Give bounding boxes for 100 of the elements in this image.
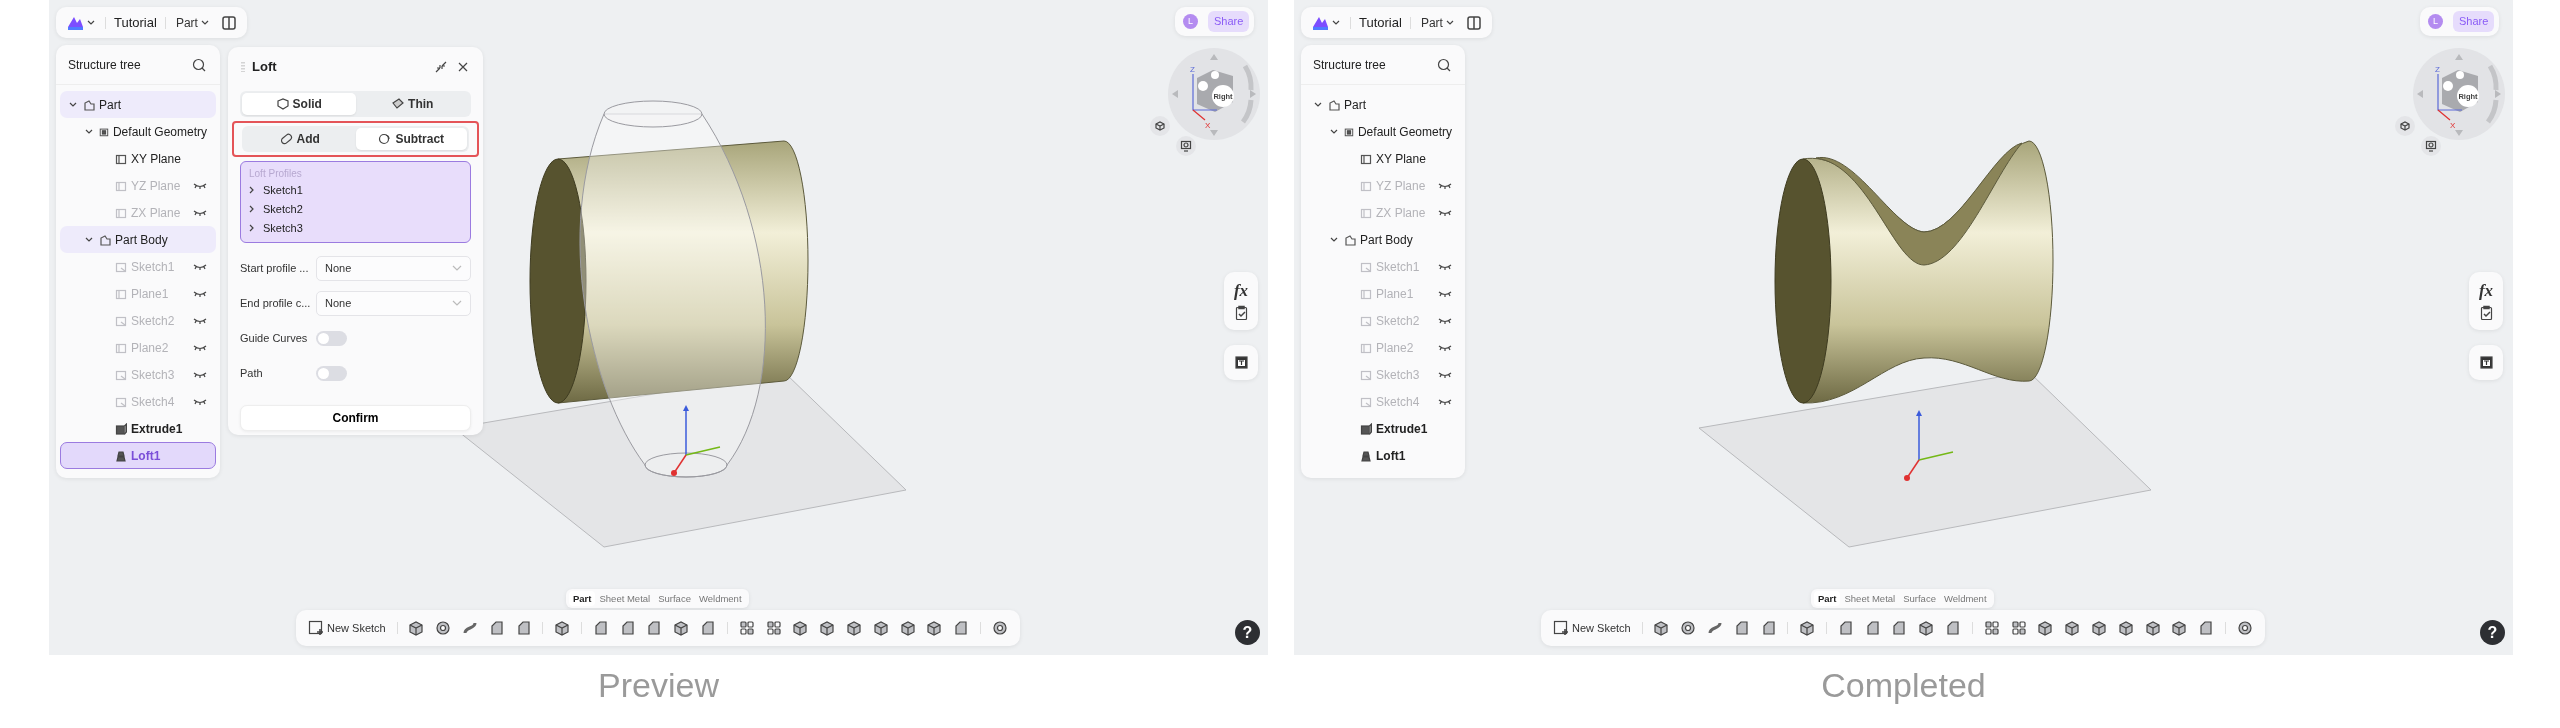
tool-button[interactable]: [408, 620, 425, 636]
tree-item[interactable]: Part: [60, 91, 216, 118]
feature-tab[interactable]: Part: [1814, 591, 1841, 606]
profile-item[interactable]: Sketch3: [249, 218, 462, 238]
help-button[interactable]: ?: [2480, 620, 2505, 645]
formula-button[interactable]: fx: [2476, 282, 2496, 299]
search-button[interactable]: [190, 57, 208, 72]
tool-button[interactable]: [1891, 620, 1908, 636]
document-menu-button[interactable]: Part: [173, 13, 211, 32]
tool-button[interactable]: [953, 620, 970, 636]
tool-button[interactable]: [765, 620, 782, 636]
chevron-down-icon: [1332, 19, 1340, 26]
tool-button[interactable]: [673, 620, 690, 636]
tool-button[interactable]: [926, 620, 943, 636]
select-field[interactable]: None: [316, 290, 471, 316]
feature-tab[interactable]: Weldment: [694, 591, 746, 606]
display-button[interactable]: [1176, 136, 1196, 156]
tool-button[interactable]: [2198, 620, 2215, 636]
toggle-switch[interactable]: [316, 365, 347, 381]
tree-item[interactable]: Part Body: [1305, 226, 1461, 253]
tree-item[interactable]: XY Plane: [1305, 145, 1461, 172]
tree-item[interactable]: Part Body: [60, 226, 216, 253]
display-button[interactable]: [2421, 136, 2441, 156]
profile-item[interactable]: Sketch1: [249, 180, 462, 200]
tool-button[interactable]: [700, 620, 717, 636]
select-field[interactable]: None: [316, 255, 471, 281]
feature-tab[interactable]: Sheet Metal: [595, 591, 655, 606]
tool-button[interactable]: [872, 620, 889, 636]
feature-tab[interactable]: Weldment: [1939, 591, 1991, 606]
tool-button[interactable]: [619, 620, 636, 636]
tool-button[interactable]: [1945, 620, 1962, 636]
cube-icon: [2171, 620, 2188, 636]
fit-view-button[interactable]: [2395, 116, 2415, 136]
tool-button[interactable]: [1837, 620, 1854, 636]
tool-button[interactable]: [592, 620, 609, 636]
tool-button[interactable]: [1680, 620, 1697, 636]
tree-item[interactable]: XY Plane: [60, 145, 216, 172]
tool-button[interactable]: [1864, 620, 1881, 636]
tool-button[interactable]: [461, 620, 478, 636]
feature-tab[interactable]: Surface: [1899, 591, 1940, 606]
tool-button[interactable]: [792, 620, 809, 636]
disc-icon: [2236, 620, 2253, 636]
tool-button[interactable]: [1760, 620, 1777, 636]
tool-button[interactable]: [845, 620, 862, 636]
segment-tab[interactable]: Thin: [355, 92, 469, 115]
feature-tab[interactable]: Surface: [654, 591, 695, 606]
tree-item[interactable]: Extrude1: [1305, 415, 1461, 442]
tree-item[interactable]: Loft1: [60, 442, 216, 469]
feature-tab[interactable]: Part: [569, 591, 596, 606]
tree-item-label: Extrude1: [131, 420, 184, 438]
fit-view-button[interactable]: [1150, 116, 1170, 136]
search-button[interactable]: [1435, 57, 1453, 72]
tool-button[interactable]: [1653, 620, 1670, 636]
tool-button[interactable]: [1983, 620, 2000, 636]
tool-button[interactable]: [899, 620, 916, 636]
document-menu-button[interactable]: Part: [1418, 13, 1456, 32]
tool-button[interactable]: [991, 620, 1008, 636]
tool-button[interactable]: [1918, 620, 1935, 636]
confirm-button[interactable]: Confirm: [240, 404, 471, 431]
tool-button[interactable]: [554, 620, 571, 636]
segment-tab[interactable]: Solid: [242, 92, 356, 115]
help-button[interactable]: ?: [1235, 620, 1260, 645]
tool-button[interactable]: [1799, 620, 1816, 636]
new-sketch-button[interactable]: New Sketch: [1553, 619, 1631, 637]
tool-button[interactable]: [1733, 620, 1750, 636]
tool-button[interactable]: [2117, 620, 2134, 636]
text-tool-button[interactable]: [1232, 356, 1250, 369]
profile-item[interactable]: Sketch2: [249, 199, 462, 219]
tool-button[interactable]: [488, 620, 505, 636]
new-sketch-button[interactable]: New Sketch: [308, 619, 386, 637]
feature-tab[interactable]: Sheet Metal: [1840, 591, 1900, 606]
text-tool-button[interactable]: [2477, 356, 2495, 369]
tree-item[interactable]: Default Geometry: [1305, 118, 1461, 145]
tree-item-label: Sketch4: [131, 393, 176, 411]
tool-button[interactable]: [2037, 620, 2054, 636]
formula-button[interactable]: fx: [1231, 282, 1251, 299]
grid-icon: [2010, 620, 2027, 636]
chevron-down-icon: [452, 265, 462, 271]
breadcrumb-text: Tutorial: [114, 13, 157, 32]
tool-button[interactable]: [2236, 620, 2253, 636]
tool-button[interactable]: [515, 620, 532, 636]
segment-tab[interactable]: Add: [244, 127, 356, 150]
tool-button[interactable]: [1706, 620, 1723, 636]
tree-item[interactable]: Extrude1: [60, 415, 216, 442]
toggle-switch[interactable]: [316, 330, 347, 346]
tree-item[interactable]: Default Geometry: [60, 118, 216, 145]
eye-closed-icon: [193, 343, 207, 352]
tool-button[interactable]: [2171, 620, 2188, 636]
tool-button[interactable]: [2090, 620, 2107, 636]
tree-item-label: YZ Plane: [1376, 177, 1427, 195]
tool-button[interactable]: [646, 620, 663, 636]
tool-button[interactable]: [2064, 620, 2081, 636]
tool-button[interactable]: [819, 620, 836, 636]
tool-button[interactable]: [2144, 620, 2161, 636]
tool-button[interactable]: [435, 620, 452, 636]
tool-button[interactable]: [738, 620, 755, 636]
tree-item[interactable]: Loft1: [1305, 442, 1461, 469]
tool-button[interactable]: [2010, 620, 2027, 636]
segment-tab[interactable]: Subtract: [355, 127, 467, 150]
tree-item[interactable]: Part: [1305, 91, 1461, 118]
